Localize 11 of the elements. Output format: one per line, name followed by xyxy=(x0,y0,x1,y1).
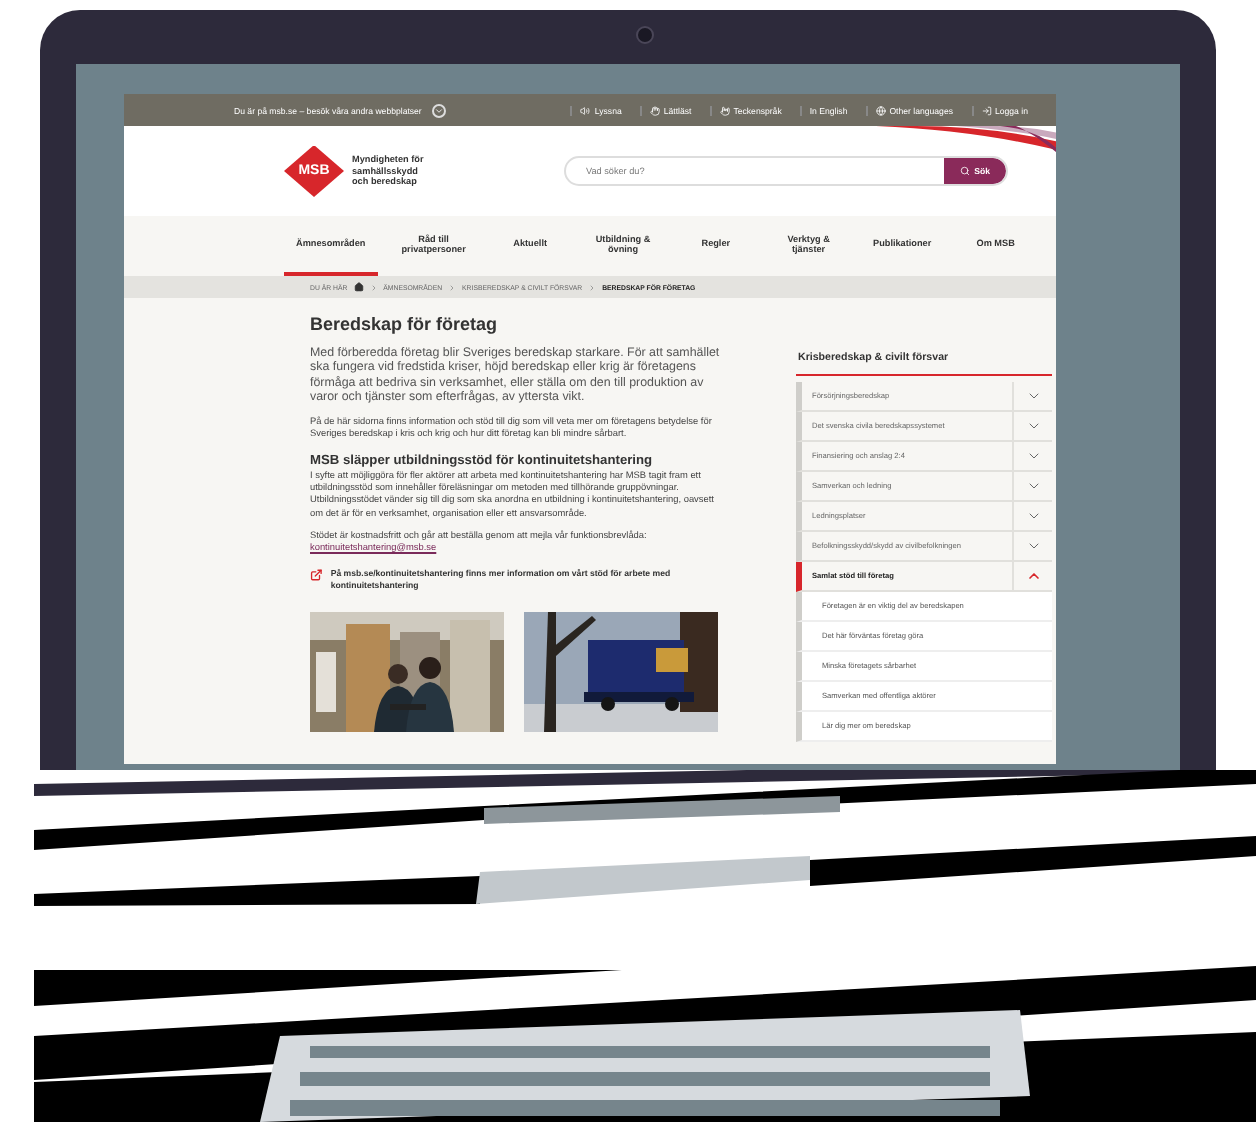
speaker-icon xyxy=(580,105,591,115)
camera-icon xyxy=(636,26,654,44)
hand-icon xyxy=(649,105,660,115)
external-link-icon xyxy=(310,568,323,583)
hands-icon xyxy=(719,105,730,115)
page-title: Beredskap för företag xyxy=(310,314,500,334)
home-icon[interactable] xyxy=(353,282,364,292)
expand-sites-button[interactable] xyxy=(431,103,446,117)
login-icon xyxy=(981,105,991,115)
search-icon xyxy=(960,166,971,176)
globe-icon xyxy=(875,105,886,115)
